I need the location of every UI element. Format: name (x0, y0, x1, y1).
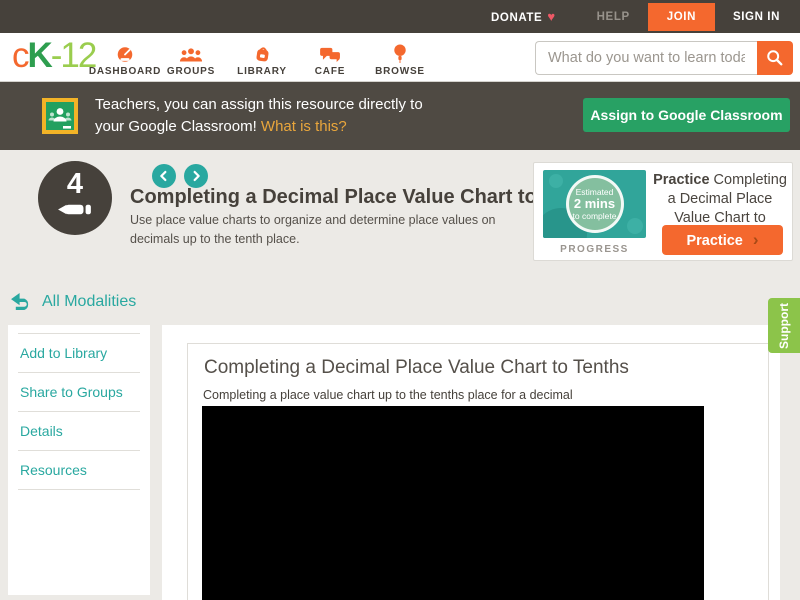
back-arrow-icon (10, 292, 33, 311)
cafe-chat-icon (319, 46, 342, 63)
progress-label: PROGRESS (543, 244, 646, 255)
main-header: cK-12 DASHBOARD GROUPS LIBRARY CAFE BROW… (0, 33, 800, 82)
page: DONATE ♥ HELP JOIN SIGN IN cK-12 DASHBOAR… (0, 0, 800, 600)
estimate-circle: Estimated 2 mins to complete (566, 175, 624, 233)
sidebar-item-details[interactable]: Details (18, 412, 140, 451)
library-backpack-icon (253, 44, 272, 63)
practice-card: Estimated 2 mins to complete PROGRESS Pr… (533, 162, 793, 261)
nav-browse[interactable]: BROWSE (366, 39, 434, 77)
help-link[interactable]: HELP (597, 11, 630, 23)
heart-icon: ♥ (547, 9, 555, 24)
assign-classroom-button[interactable]: Assign to Google Classroom (583, 98, 790, 132)
lesson-number-badge: 4 (38, 161, 112, 235)
search-icon (766, 49, 784, 67)
browse-bulb-icon (393, 44, 407, 63)
crayon-icon (57, 203, 93, 216)
pattern-dot (549, 174, 563, 188)
google-classroom-icon (42, 98, 78, 134)
donate-link[interactable]: DONATE ♥ (491, 9, 556, 24)
search-button[interactable] (757, 41, 793, 75)
banner-text: Teachers, you can assign this resource d… (95, 94, 423, 138)
sidebar-item-resources[interactable]: Resources (18, 451, 140, 490)
nav-library[interactable]: LIBRARY (228, 39, 296, 77)
arrow-right-icon: › (753, 230, 759, 249)
lesson-description: Use place value charts to organize and d… (130, 211, 528, 250)
search-input[interactable] (535, 41, 757, 75)
signin-link[interactable]: SIGN IN (733, 11, 780, 23)
sidebar-item-share-to-groups[interactable]: Share to Groups (18, 373, 140, 412)
chevron-left-icon (156, 168, 172, 184)
join-button[interactable]: JOIN (648, 3, 715, 31)
content-title: Completing a Decimal Place Value Chart t… (204, 357, 629, 379)
content-card: Completing a Decimal Place Value Chart t… (187, 343, 769, 600)
classroom-banner: Teachers, you can assign this resource d… (0, 82, 800, 150)
video-player[interactable] (202, 406, 704, 600)
nav-cafe[interactable]: CAFE (302, 39, 358, 77)
nav-groups[interactable]: GROUPS (160, 39, 222, 77)
lesson-number: 4 (38, 168, 112, 201)
groups-people-icon (179, 47, 203, 63)
nav-dashboard[interactable]: DASHBOARD (88, 39, 162, 77)
practice-button[interactable]: Practice› (662, 225, 783, 255)
chevron-right-icon (188, 168, 204, 184)
donate-label: DONATE (491, 12, 542, 24)
practice-thumbnail[interactable]: Estimated 2 mins to complete (543, 170, 646, 238)
top-bar: DONATE ♥ HELP JOIN SIGN IN (0, 0, 800, 33)
ck12-logo[interactable]: cK-12 (12, 36, 95, 76)
sidebar-item-add-to-library[interactable]: Add to Library (18, 333, 140, 373)
all-modalities-link[interactable]: All Modalities (10, 292, 136, 311)
pattern-dot (627, 218, 643, 234)
prev-concept-button[interactable] (152, 164, 176, 188)
what-is-this-link[interactable]: What is this? (261, 118, 347, 135)
search-form (535, 41, 793, 75)
dashboard-gauge-icon (115, 46, 135, 63)
support-tab[interactable]: Support (768, 298, 800, 353)
actions-sidebar: Add to Library Share to Groups Details R… (8, 325, 150, 595)
next-concept-button[interactable] (184, 164, 208, 188)
content-subtitle: Completing a place value chart up to the… (203, 388, 573, 402)
